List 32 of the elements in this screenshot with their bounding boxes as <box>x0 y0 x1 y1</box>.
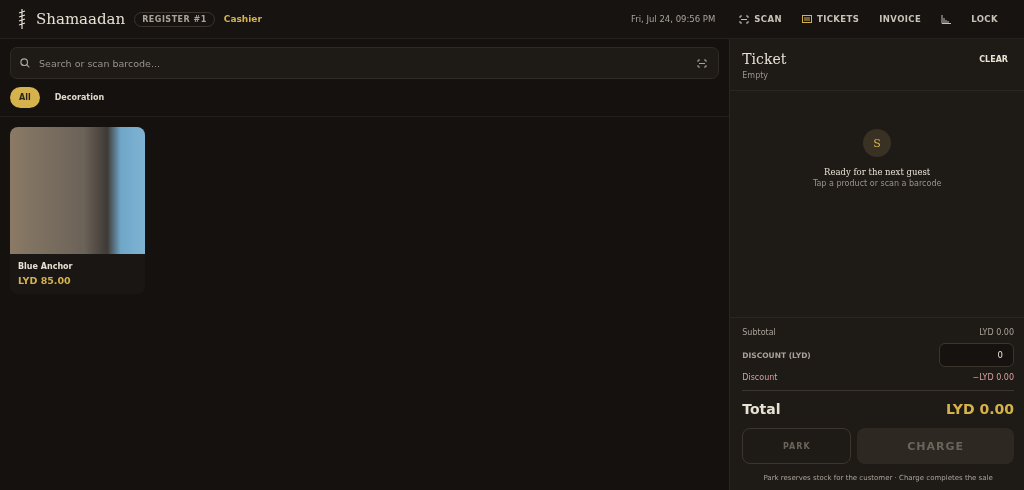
discount-label: Discount <box>742 373 778 382</box>
logo-icon <box>18 9 26 29</box>
empty-hint: Tap a product or scan a barcode <box>812 179 942 188</box>
ticket-title: Ticket <box>742 51 787 67</box>
nav-button[interactable]: TICKETS <box>793 10 868 28</box>
product-price: LYD 85.00 <box>17 275 72 288</box>
nav-button[interactable]: INVOICE <box>871 10 930 28</box>
category-chip[interactable]: Decoration <box>45 87 114 108</box>
role-label: Cashier <box>223 14 262 24</box>
scan-icon <box>739 14 750 24</box>
discount-input[interactable]: 0 <box>939 343 1014 367</box>
clear-button[interactable]: CLEAR <box>973 54 1014 65</box>
subtotal-value: LYD 0.00 <box>979 328 1014 337</box>
total-label: Total <box>742 401 781 417</box>
date-time: Fri, Jul 24, 09:56 PM <box>630 14 716 24</box>
nav-button[interactable]: LOCK <box>963 10 1006 28</box>
avatar-circle: S <box>863 129 892 157</box>
subtotal-label: Subtotal <box>742 328 776 337</box>
product-card[interactable]: Blue Anchor LYD 85.00 <box>10 127 145 294</box>
nav-button[interactable]: SCAN <box>731 10 790 28</box>
scan-icon[interactable] <box>697 59 708 68</box>
chart-icon <box>941 14 952 24</box>
ticket-icon <box>801 15 812 23</box>
search-icon <box>20 58 30 68</box>
category-chip[interactable]: All <box>10 87 40 108</box>
empty-title: Ready for the next guest <box>824 167 931 177</box>
product-name: Blue Anchor <box>17 261 74 273</box>
total-value: LYD 0.00 <box>946 401 1014 417</box>
ticket-status: Empty <box>742 71 770 80</box>
brand-name: Shamaadan <box>36 10 126 28</box>
search-field[interactable]: Search or scan barcode... <box>10 47 720 79</box>
discount-value: −LYD 0.00 <box>972 373 1014 382</box>
